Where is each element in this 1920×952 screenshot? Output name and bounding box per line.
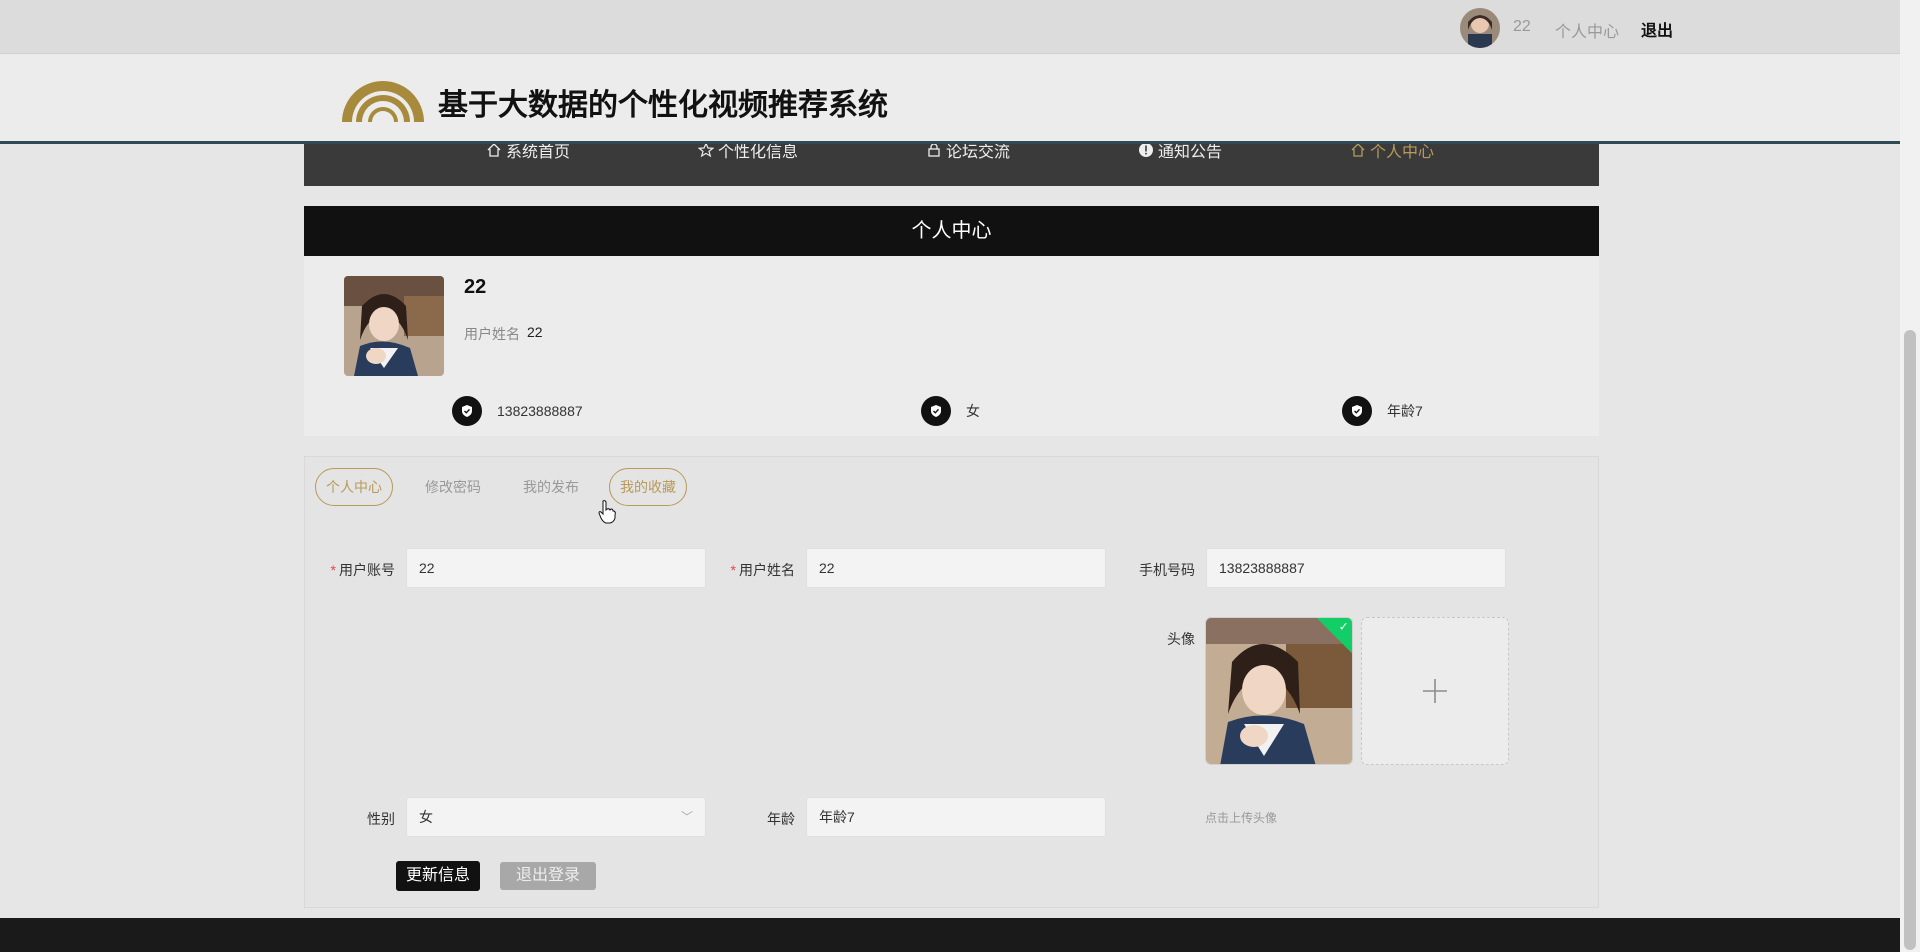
top-bar: 22 个人中心 退出 (0, 0, 1900, 54)
profile-name: 22 (464, 276, 487, 298)
avatar-label: 头像 (1167, 631, 1195, 647)
nav-item-label: 系统首页 (506, 144, 571, 161)
profile-gender: 女 (921, 396, 980, 426)
age-label: 年龄 (767, 811, 795, 827)
nav-item-forum[interactable]: 论坛交流 (926, 144, 1010, 162)
tab-personal-center[interactable]: 个人中心 (315, 468, 393, 506)
name-label-text: 用户姓名 (739, 562, 795, 578)
account-input[interactable]: 22 (406, 548, 706, 588)
nav-item-notice[interactable]: 通知公告 (1138, 144, 1222, 162)
page-footer (0, 918, 1900, 952)
phone-input[interactable]: 13823888887 (1206, 548, 1506, 588)
top-personal-center-link[interactable]: 个人中心 (1555, 18, 1619, 42)
hand-cursor-icon (598, 500, 616, 524)
lock-icon (928, 144, 940, 157)
nav-item-label: 通知公告 (1158, 144, 1223, 161)
page-scrollbar[interactable] (1900, 0, 1920, 952)
profile-edit-panel: 个人中心 修改密码 我的发布 我的收藏 * 用户账号 22 * 用户姓名 22 手机… (304, 456, 1599, 908)
shield-icon (921, 396, 951, 426)
avatar-preview[interactable]: ✓ (1205, 617, 1353, 765)
name-input[interactable]: 22 (806, 548, 1106, 588)
nav-item-personal-center[interactable]: 个人中心 (1350, 144, 1434, 162)
nav-item-personalized[interactable]: 个性化信息 (698, 144, 798, 162)
logout-button[interactable]: 退出登录 (500, 862, 597, 890)
avatar-upload-button[interactable] (1361, 617, 1509, 765)
profile-phone: 13823888887 (452, 396, 583, 426)
name-label: * 用户姓名 (730, 562, 795, 578)
profile-card: 22 用户姓名 22 13823888887 女 年龄7 (304, 256, 1599, 436)
age-input[interactable]: 年龄7 (806, 797, 1106, 837)
scrollbar-thumb[interactable] (1904, 330, 1916, 950)
home-icon (1351, 144, 1365, 157)
site-logo-icon (342, 81, 424, 122)
tab-my-favorites[interactable]: 我的收藏 (609, 468, 687, 506)
section-title: 个人中心 (304, 206, 1599, 256)
profile-age: 年龄7 (1342, 396, 1423, 426)
user-avatar[interactable] (1460, 8, 1500, 48)
tab-my-posts[interactable]: 我的发布 (512, 468, 590, 506)
star-icon (698, 144, 714, 158)
chevron-down-icon: ﹀ (680, 810, 693, 824)
profile-avatar (344, 276, 444, 376)
gender-select-value: 女 (419, 809, 433, 825)
shield-icon (1342, 396, 1372, 426)
nav-item-label: 个人中心 (1370, 144, 1435, 161)
profile-age-value: 年龄7 (1387, 403, 1423, 419)
profile-phone-value: 13823888887 (497, 403, 583, 419)
profile-gender-value: 女 (966, 403, 980, 419)
gender-label: 性别 (367, 811, 395, 827)
account-label-text: 用户账号 (339, 562, 395, 578)
check-icon: ✓ (1338, 619, 1349, 634)
nav-item-home[interactable]: 系统首页 (486, 144, 570, 162)
info-icon (1139, 144, 1153, 157)
upload-tip: 点击上传头像 (1205, 811, 1278, 825)
update-info-button[interactable]: 更新信息 (396, 861, 481, 891)
plus-icon (1423, 679, 1447, 703)
profile-name-label: 用户姓名 (464, 326, 520, 342)
account-label: * 用户账号 (330, 562, 395, 578)
nav-item-label: 个性化信息 (718, 144, 799, 161)
tab-change-password[interactable]: 修改密码 (414, 468, 492, 506)
site-header: 基于大数据的个性化视频推荐系统 (0, 54, 1900, 144)
phone-label: 手机号码 (1139, 562, 1195, 578)
site-title: 基于大数据的个性化视频推荐系统 (438, 88, 888, 123)
top-username: 22 (1513, 18, 1531, 35)
main-nav: 系统首页 个性化信息 论坛交流 通知公告 个人中心 (304, 144, 1599, 186)
shield-icon (452, 396, 482, 426)
profile-name-value: 22 (527, 324, 543, 340)
gender-select[interactable]: 女 ﹀ (406, 797, 706, 837)
top-logout-link[interactable]: 退出 (1641, 17, 1673, 41)
nav-item-label: 论坛交流 (946, 144, 1011, 161)
home-icon (487, 144, 501, 157)
